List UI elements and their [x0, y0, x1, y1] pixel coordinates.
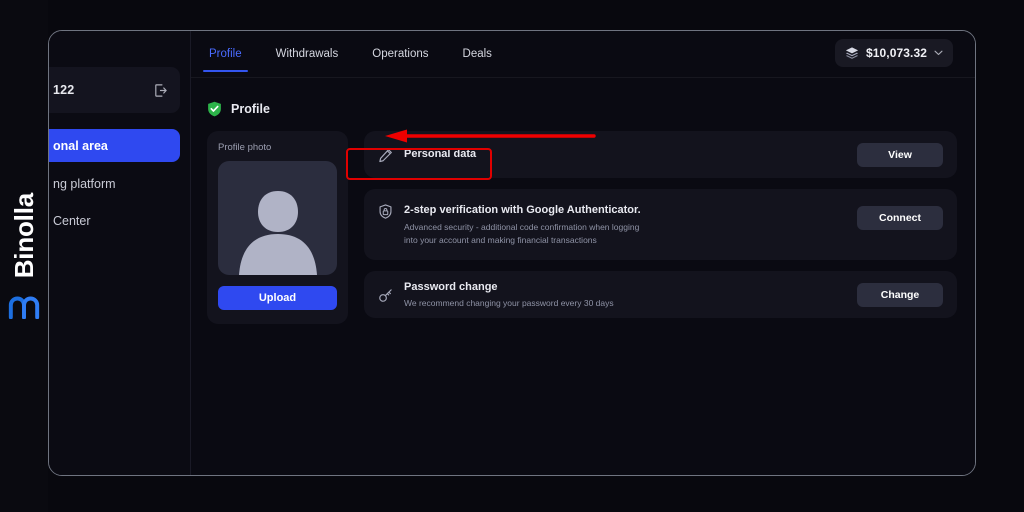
topbar: Profile Withdrawals Operations Deals $10… — [191, 31, 975, 78]
change-password-button[interactable]: Change — [857, 282, 943, 307]
brand-name: Binolla — [9, 193, 39, 279]
app-window: 122 onal area ng platform Center Profile… — [48, 30, 976, 476]
tab-label: Deals — [462, 48, 492, 60]
binolla-arch-logo-icon — [8, 296, 40, 319]
sidebar-item-label: onal area — [53, 138, 108, 153]
green-shield-check-icon — [208, 101, 221, 116]
pencil-edit-icon — [379, 148, 392, 162]
user-avatar-placeholder-icon — [238, 191, 317, 275]
row-title: 2-step verification with Google Authenti… — [404, 204, 641, 216]
row-subtitle: Advanced security - additional code conf… — [404, 221, 640, 245]
sidebar-item-help-center[interactable]: Center — [49, 205, 180, 236]
row-subtitle: We recommend changing your password ever… — [404, 298, 614, 309]
sidebar-item-trading-platform[interactable]: ng platform — [49, 168, 180, 199]
password-change-row: Password change We recommend changing yo… — [364, 271, 957, 319]
row-title: Personal data — [404, 148, 477, 161]
account-card[interactable]: 122 — [49, 67, 180, 113]
connect-authenticator-button[interactable]: Connect — [857, 206, 943, 230]
profile-photo-label: Profile photo — [218, 142, 272, 153]
sidebar-nav: onal area ng platform Center — [49, 129, 190, 236]
two-step-verification-text: 2-step verification with Google Authenti… — [404, 203, 846, 246]
row-title: Password change — [404, 280, 498, 293]
tab-deals[interactable]: Deals — [461, 31, 494, 72]
tab-operations[interactable]: Operations — [370, 31, 430, 72]
balance-dropdown[interactable]: $10,073.32 — [834, 39, 953, 67]
main-panel: Profile Withdrawals Operations Deals $10… — [191, 31, 975, 475]
view-personal-data-button[interactable]: View — [857, 142, 943, 167]
sidebar-item-label: ng platform — [53, 176, 116, 191]
chevron-down-icon[interactable] — [934, 50, 943, 56]
tab-profile[interactable]: Profile — [203, 31, 248, 72]
personal-data-text: Personal data — [404, 147, 846, 162]
page-title: Profile — [231, 101, 270, 116]
avatar — [218, 161, 337, 275]
stacked-coins-icon — [845, 47, 859, 59]
upload-photo-button[interactable]: Upload — [218, 286, 337, 310]
tab-label: Profile — [209, 48, 242, 60]
section-header: Profile — [207, 94, 270, 123]
shield-lock-icon — [379, 204, 392, 219]
two-step-verification-row: 2-step verification with Google Authenti… — [364, 189, 957, 261]
tab-label: Withdrawals — [275, 48, 339, 60]
balance-amount: $10,073.32 — [865, 46, 927, 60]
profile-content: Profile photo Upload Personal data View … — [207, 131, 957, 324]
settings-rows: Personal data View 2-step verification w… — [364, 131, 957, 324]
profile-photo-card: Profile photo Upload — [207, 131, 348, 324]
sidebar: 122 onal area ng platform Center — [49, 31, 191, 475]
sidebar-item-label: Center — [53, 213, 91, 228]
logout-icon[interactable] — [153, 83, 168, 98]
brand-strip: Binolla — [0, 0, 48, 512]
sidebar-item-personal-area[interactable]: onal area — [49, 129, 180, 162]
tab-label: Operations — [372, 48, 429, 60]
password-change-text: Password change We recommend changing yo… — [404, 280, 846, 311]
tab-withdrawals[interactable]: Withdrawals — [274, 31, 341, 72]
account-id: 122 — [53, 83, 75, 97]
key-icon — [379, 289, 392, 302]
screen-root: Binolla 122 onal area ng platform Center… — [0, 0, 1024, 512]
red-left-arrow-annotation — [385, 129, 596, 143]
